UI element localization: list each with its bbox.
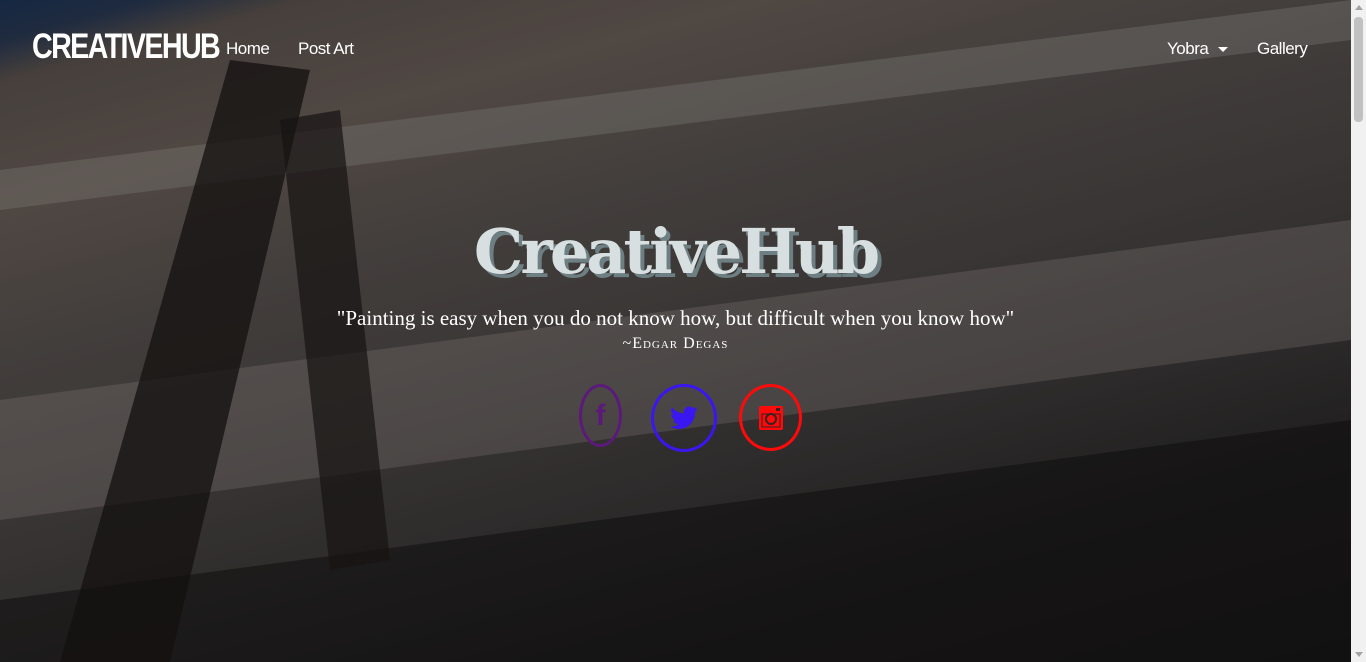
nav-gallery[interactable]: Gallery xyxy=(1257,39,1308,59)
hero-title: CreativeHub xyxy=(473,215,880,288)
facebook-link[interactable]: f xyxy=(579,384,622,447)
caret-down-icon xyxy=(1218,47,1229,53)
hero-overlay xyxy=(0,0,1351,662)
scroll-down-arrow-icon[interactable] xyxy=(1355,652,1363,657)
navbar: CREATIVEHUB Home Post Art Yobra Gallery xyxy=(0,0,1351,96)
instagram-link[interactable] xyxy=(739,384,802,451)
quote-author: ~Edgar Degas xyxy=(622,335,729,352)
scrollbar-thumb[interactable] xyxy=(1354,17,1363,122)
hero-quote: "Painting is easy when you do not know h… xyxy=(336,306,1015,330)
user-name: Yobra xyxy=(1167,39,1209,58)
nav-post-art[interactable]: Post Art xyxy=(298,39,354,59)
twitter-icon xyxy=(670,406,698,429)
nav-home[interactable]: Home xyxy=(226,39,270,59)
scroll-up-arrow-icon[interactable] xyxy=(1355,5,1363,10)
twitter-link[interactable] xyxy=(651,384,717,452)
instagram-icon xyxy=(758,405,783,430)
user-dropdown[interactable]: Yobra xyxy=(1167,39,1229,59)
page-scrollbar[interactable] xyxy=(1351,0,1366,662)
brand-logo[interactable]: CREATIVEHUB xyxy=(32,27,221,67)
facebook-icon: f xyxy=(595,398,606,432)
